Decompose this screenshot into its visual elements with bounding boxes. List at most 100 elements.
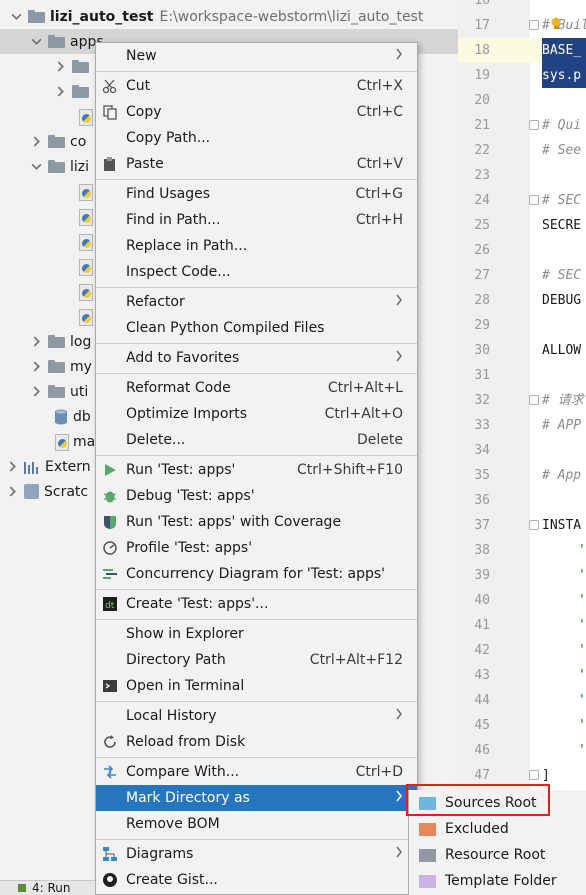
code-line: ' [578,643,586,658]
menu-item-shortcut: Ctrl+X [356,78,403,94]
submenu-item-template-folder[interactable]: Template Folder [409,868,586,894]
menu-item-optimize-imports[interactable]: Optimize Imports Ctrl+Alt+O [96,401,417,427]
menu-item-shortcut: Ctrl+V [356,156,403,172]
menu-item-label: New [126,48,157,64]
chevron-right-icon[interactable] [30,386,42,398]
menu-separator [96,589,417,590]
chevron-right-icon[interactable] [6,486,18,498]
fold-marker-icon[interactable] [529,770,539,780]
python-file-icon [78,183,93,201]
menu-item-cut[interactable]: Cut Ctrl+X [96,73,417,99]
project-name: lizi_auto_test [50,8,154,25]
fold-marker-icon[interactable] [529,20,539,30]
menu-item-run-test-apps[interactable]: Run 'Test: apps' Ctrl+Shift+F10 [96,457,417,483]
menu-item-inspect-code[interactable]: Inspect Code... [96,259,417,285]
line-number: 27 [474,268,490,283]
menu-item-clean-python-compiled-files[interactable]: Clean Python Compiled Files [96,315,417,341]
fold-marker-icon[interactable] [529,195,539,205]
menu-item-label: Debug 'Test: apps' [126,488,255,504]
fold-marker-icon[interactable] [529,520,539,530]
menu-item-add-to-favorites[interactable]: Add to Favorites [96,345,417,371]
code-line: ' [578,618,586,633]
menu-item-label: Paste [126,156,164,172]
menu-item-reformat-code[interactable]: Reformat Code Ctrl+Alt+L [96,375,417,401]
chevron-down-icon[interactable] [30,161,42,173]
menu-item-show-in-explorer[interactable]: Show in Explorer [96,621,417,647]
folder-icon [48,160,65,173]
chevron-right-icon[interactable] [30,361,42,373]
menu-item-diagrams[interactable]: Diagrams [96,841,417,867]
lightbulb-icon[interactable] [550,17,562,31]
chevron-right-icon[interactable] [54,61,66,73]
fold-marker-icon[interactable] [529,395,539,405]
menu-item-reload-from-disk[interactable]: Reload from Disk [96,729,417,755]
tree-label: lizi [70,158,90,175]
run-tool-window-tab[interactable]: 4: Run [0,880,95,895]
submenu-item-label: Template Folder [445,873,557,889]
chevron-right-icon[interactable] [30,336,42,348]
menu-separator [96,757,417,758]
menu-item-copy[interactable]: Copy Ctrl+C [96,99,417,125]
menu-item-label: Find Usages [126,186,211,202]
folder-icon [48,360,65,373]
menu-item-remove-bom[interactable]: Remove BOM [96,811,417,837]
tree-label: co [70,133,87,150]
code-editor[interactable]: 16 17 # Buil 18 BASE_ 19 sys.p 20 21 # Qui 22 # See… [458,0,586,880]
line-number: 35 [474,468,490,483]
reload-icon [101,733,119,751]
menu-item-label: Run 'Test: apps' with Coverage [126,514,342,530]
menu-item-find-in-path[interactable]: Find in Path... Ctrl+H [96,207,417,233]
menu-item-run-test-apps-with-coverage[interactable]: Run 'Test: apps' with Coverage [96,509,417,535]
menu-item-open-in-terminal[interactable]: Open in Terminal [96,673,417,699]
menu-item-replace-in-path[interactable]: Replace in Path... [96,233,417,259]
menu-item-refactor[interactable]: Refactor [96,289,417,315]
menu-item-directory-path[interactable]: Directory Path Ctrl+Alt+F12 [96,647,417,673]
menu-item-label: Refactor [126,294,185,310]
line-number: 20 [474,93,490,108]
menu-item-label: Open in Terminal [126,678,245,694]
submenu-item-excluded[interactable]: Excluded [409,816,586,842]
line-number: 21 [474,118,490,133]
highlight-annotation [406,784,550,816]
line-number: 39 [474,568,490,583]
line-number: 28 [474,293,490,308]
chevron-right-icon[interactable] [54,86,66,98]
menu-item-local-history[interactable]: Local History [96,703,417,729]
menu-item-label: Profile 'Test: apps' [126,540,253,556]
code-line: # APP [542,418,582,433]
menu-item-label: Run 'Test: apps' [126,462,236,478]
menu-separator [96,839,417,840]
fold-marker-icon[interactable] [529,120,539,130]
line-number: 44 [474,693,490,708]
menu-item-shortcut: Delete [357,432,403,448]
folder-icon [48,385,65,398]
menu-item-concurrency-diagram-for-test-apps[interactable]: Concurrency Diagram for 'Test: apps' [96,561,417,587]
folder-icon [48,35,65,48]
folder-icon [419,874,436,888]
menu-item-shortcut: Ctrl+G [355,186,404,202]
menu-item-shortcut: Ctrl+C [356,104,403,120]
folder-icon [28,10,45,23]
menu-item-copy-path[interactable]: Copy Path... [96,125,417,151]
menu-item-profile-test-apps[interactable]: Profile 'Test: apps' [96,535,417,561]
chevron-down-icon[interactable] [30,36,42,48]
chevron-right-icon[interactable] [6,461,18,473]
tree-row-root[interactable]: lizi_auto_test E:\workspace-webstorm\liz… [0,4,458,29]
menu-item-new[interactable]: New [96,43,417,69]
menu-item-paste[interactable]: Paste Ctrl+V [96,151,417,177]
menu-item-create-gist[interactable]: Create Gist... [96,867,417,893]
menu-item-create-test-apps[interactable]: dt Create 'Test: apps'... [96,591,417,617]
menu-item-find-usages[interactable]: Find Usages Ctrl+G [96,181,417,207]
python-file-icon [78,108,93,126]
cut-icon [101,77,119,95]
code-line: INSTA [542,518,582,533]
chevron-right-icon[interactable] [30,136,42,148]
menu-item-mark-directory-as[interactable]: Mark Directory as [96,785,417,811]
menu-item-debug-test-apps[interactable]: Debug 'Test: apps' [96,483,417,509]
code-line: # 请求 [542,393,584,408]
chevron-down-icon[interactable] [10,11,22,23]
submenu-item-resource-root[interactable]: Resource Root [409,842,586,868]
menu-item-label: Create Gist... [126,872,218,888]
menu-item-delete[interactable]: Delete... Delete [96,427,417,453]
menu-item-compare-with[interactable]: Compare With... Ctrl+D [96,759,417,785]
